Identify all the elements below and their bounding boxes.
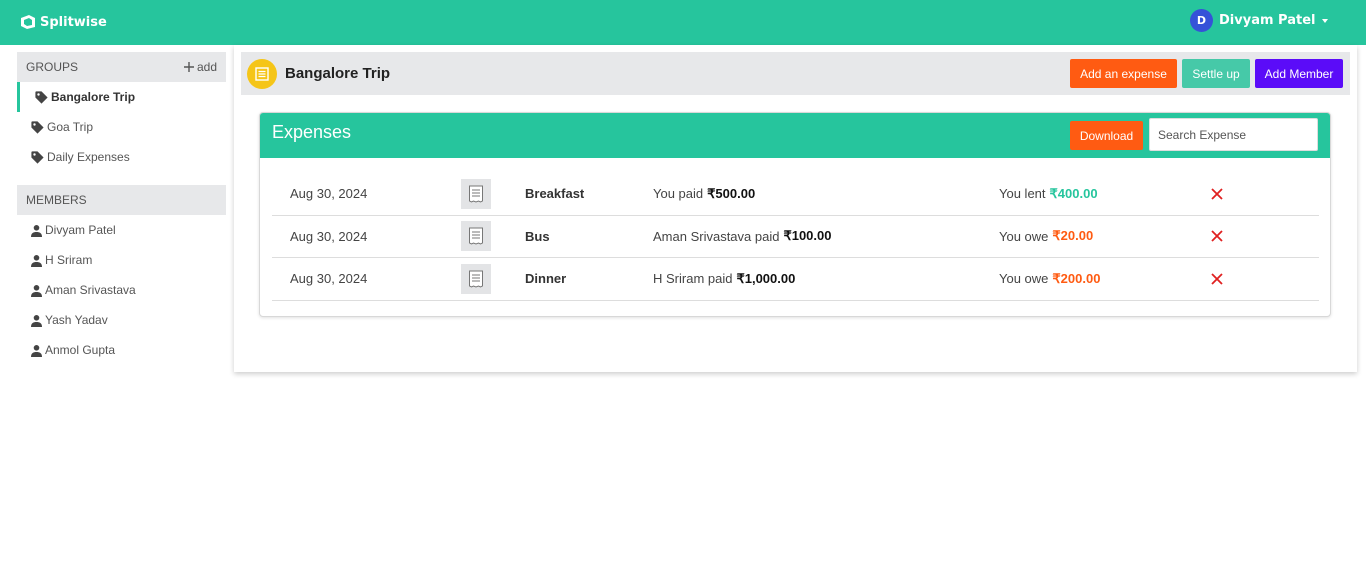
expense-row[interactable]: Aug 30, 2024 Breakfast You paid ₹500.00 You … [272,173,1319,216]
balance-amount: ₹400.00 [1049,185,1098,201]
close-icon [1211,230,1223,242]
members-header: MEMBERS [17,185,226,215]
expense-name: Bus [525,228,550,244]
paid-amount: ₹1,000.00 [736,270,796,286]
expenses-title: Expenses [272,122,352,142]
expense-row[interactable]: Aug 30, 2024 Dinner H Sriram paid ₹1,000.00… [272,258,1319,301]
avatar: D [1190,9,1213,32]
person-icon [31,224,42,237]
paid-amount: ₹500.00 [707,185,756,201]
expense-name: Dinner [525,271,567,287]
top-navbar: Splitwise D Divyam Patel [0,0,1366,45]
add-member-button[interactable]: Add Member [1255,59,1343,88]
expense-payer: Aman Srivastava paid ₹100.00 [653,216,832,258]
paid-amount: ₹100.00 [783,228,832,244]
group-avatar [247,58,277,89]
app-name: Splitwise [40,14,107,30]
expense-receipt[interactable] [461,173,491,215]
add-group-button[interactable]: add [183,60,217,74]
sidebar-group-label: Bangalore Trip [51,90,136,104]
group-header: Bangalore Trip Add an expense Settle up … [241,52,1350,95]
receipt-thumbnail [461,263,491,294]
sidebar-member-label: Yash Yadav [45,313,108,327]
sidebar-member-label: H Sriram [45,253,93,267]
group-title: Bangalore Trip [285,65,391,82]
sidebar-member-label: Aman Srivastava [45,283,136,297]
tag-icon [31,120,44,134]
tag-icon [31,150,44,164]
person-icon [31,314,42,327]
expense-date: Aug 30, 2024 [290,186,368,202]
payer-text: You paid [653,186,704,202]
sidebar-group-item[interactable]: Daily Expenses [17,142,226,172]
receipt-thumbnail [461,178,491,209]
sidebar: GROUPS add Bangalore Trip Goa Trip Daily E… [17,52,226,365]
download-button[interactable]: Download [1070,121,1143,150]
payer-text: Aman Srivastava paid [653,228,780,244]
expense-date: Aug 30, 2024 [290,228,368,244]
sidebar-member-label: Anmol Gupta [45,343,116,357]
sidebar-group-item[interactable]: Goa Trip [17,112,226,142]
add-group-label: add [196,60,217,74]
tag-icon [35,90,48,104]
sidebar-member-item[interactable]: Yash Yadav [17,305,226,335]
user-name: Divyam Patel [1219,13,1316,28]
expense-balance: You owe ₹200.00 [999,258,1100,300]
payer-text: H Sriram paid [653,271,733,287]
app-logo[interactable]: Splitwise [20,14,107,30]
sidebar-group-label: Daily Expenses [47,150,130,164]
group-list: Bangalore Trip Goa Trip Daily Expenses [17,82,226,172]
expenses-header: Expenses Download [260,113,1330,158]
expense-balance: You lent ₹400.00 [999,173,1098,215]
sidebar-member-item[interactable]: Anmol Gupta [17,335,226,365]
expense-name: Breakfast [525,186,585,202]
delete-expense-button[interactable] [1210,216,1224,258]
search-expense-input[interactable] [1149,118,1318,151]
balance-amount: ₹20.00 [1052,228,1094,244]
expense-row[interactable]: Aug 30, 2024 Bus Aman Srivastava paid ₹100.… [272,216,1319,258]
sidebar-member-item[interactable]: Divyam Patel [17,215,226,245]
plus-icon [183,62,194,72]
receipt-thumbnail [461,221,491,252]
balance-text: You owe [999,228,1049,244]
receipt-icon [469,227,483,245]
sidebar-group-item[interactable]: Bangalore Trip [17,82,226,112]
expense-list: Aug 30, 2024 Breakfast You paid ₹500.00 You … [272,173,1319,301]
person-icon [31,284,42,297]
expenses-card: Expenses Download Aug 30, 2024 Breakfast Y… [259,112,1331,317]
expense-date: Aug 30, 2024 [290,271,368,287]
delete-expense-button[interactable] [1210,258,1224,300]
add-expense-button[interactable]: Add an expense [1070,59,1177,88]
person-icon [31,254,42,267]
members-label: MEMBERS [26,193,87,207]
receipt-icon [469,270,483,288]
expense-receipt[interactable] [461,258,491,300]
splitwise-logo-icon [21,15,35,29]
sidebar-member-item[interactable]: H Sriram [17,245,226,275]
caret-down-icon [1322,18,1329,23]
list-icon [255,66,269,81]
close-icon [1211,273,1223,285]
member-list: Divyam Patel H Sriram Aman Srivastava Yash … [17,215,226,365]
sidebar-member-label: Divyam Patel [45,223,116,237]
groups-label: GROUPS [26,60,79,74]
sidebar-member-item[interactable]: Aman Srivastava [17,275,226,305]
balance-text: You owe [999,271,1049,287]
main-panel: Bangalore Trip Add an expense Settle up … [234,45,1357,372]
balance-amount: ₹200.00 [1052,270,1101,286]
settle-up-button[interactable]: Settle up [1182,59,1250,88]
expense-balance: You owe ₹20.00 [999,216,1093,258]
expense-payer: You paid ₹500.00 [653,173,755,215]
balance-text: You lent [999,186,1046,202]
close-icon [1211,188,1223,200]
user-menu[interactable]: D Divyam Patel [1190,9,1329,32]
groups-header: GROUPS add [17,52,226,82]
receipt-icon [469,185,483,203]
person-icon [31,344,42,357]
expense-receipt[interactable] [461,216,491,258]
delete-expense-button[interactable] [1210,173,1224,215]
sidebar-group-label: Goa Trip [47,120,94,134]
expense-payer: H Sriram paid ₹1,000.00 [653,258,795,300]
